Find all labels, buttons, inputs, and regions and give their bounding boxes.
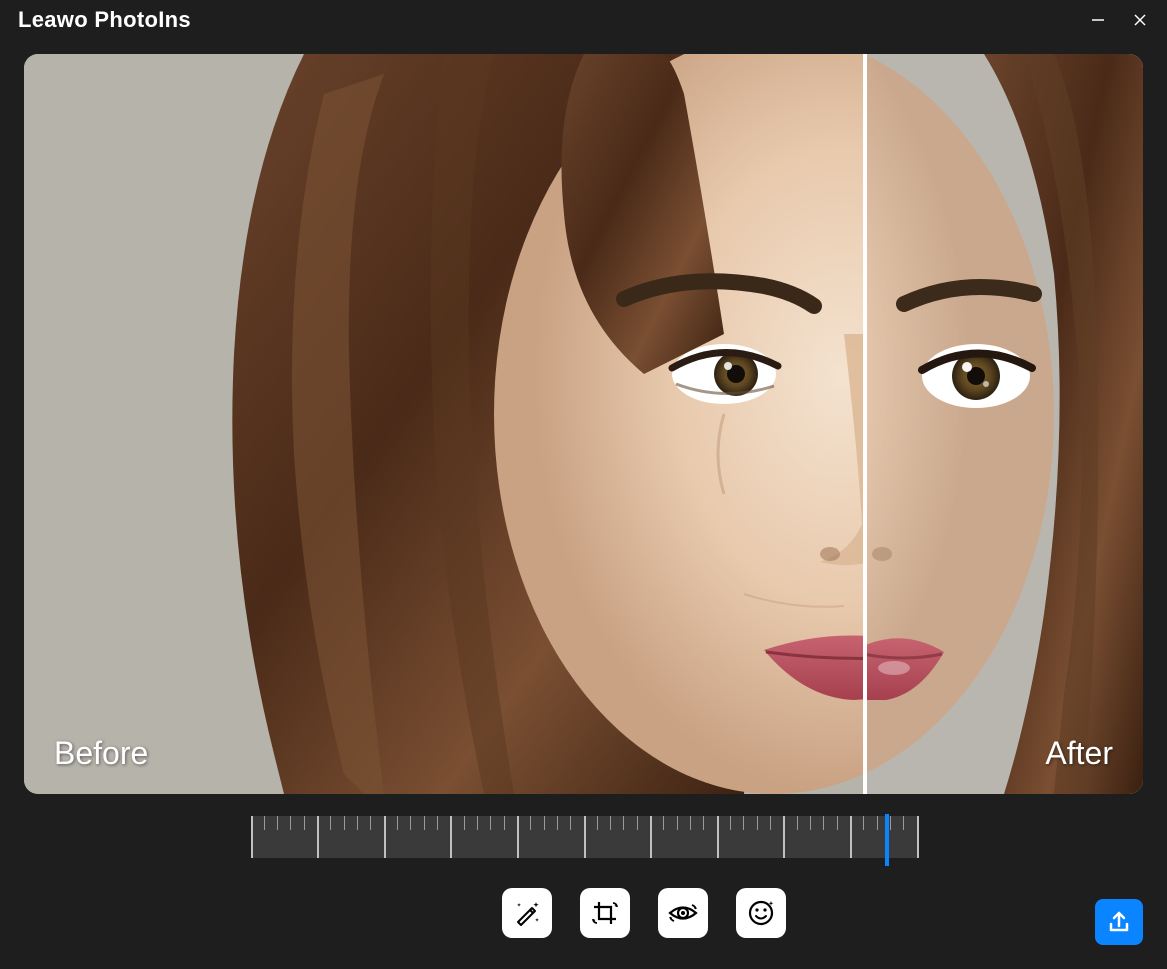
after-label: After	[1045, 735, 1113, 772]
ruler-tick-minor	[437, 816, 438, 830]
ruler-tick-minor	[570, 816, 571, 830]
ruler-tick-major	[717, 816, 719, 858]
ruler-tick-minor	[837, 816, 838, 830]
ruler-tick-minor	[304, 816, 305, 830]
before-label: Before	[54, 735, 148, 772]
ruler-tick-minor	[610, 816, 611, 830]
ruler-tick-major	[317, 816, 319, 858]
ruler-tick-minor	[357, 816, 358, 830]
ruler-tick-minor	[623, 816, 624, 830]
close-icon	[1133, 13, 1147, 27]
ruler-tick-minor	[370, 816, 371, 830]
ruler-tick-minor	[490, 816, 491, 830]
minimize-icon	[1091, 13, 1105, 27]
ruler-tick-major	[450, 816, 452, 858]
ruler-tick-minor	[277, 816, 278, 830]
close-button[interactable]	[1131, 11, 1149, 29]
window-controls	[1089, 11, 1149, 29]
ruler-tick-major	[251, 816, 253, 858]
ruler-tick-minor	[264, 816, 265, 830]
titlebar: Leawo PhotoIns	[0, 0, 1167, 40]
ruler-tick-major	[917, 816, 919, 858]
eye-icon	[666, 896, 700, 930]
app-title: Leawo PhotoIns	[18, 7, 191, 33]
ruler-tick-minor	[730, 816, 731, 830]
preview-image[interactable]: Before After	[24, 54, 1143, 794]
ruler-tick-minor	[677, 816, 678, 830]
ruler-tick-minor	[637, 816, 638, 830]
ruler-tick-minor	[903, 816, 904, 830]
ruler-tick-minor	[530, 816, 531, 830]
ruler-tick-minor	[823, 816, 824, 830]
ruler-tick-minor	[410, 816, 411, 830]
ruler-tick-minor	[544, 816, 545, 830]
ruler-tick-minor	[703, 816, 704, 830]
zoom-ruler[interactable]	[251, 816, 917, 858]
ruler-tick-minor	[557, 816, 558, 830]
export-icon	[1106, 909, 1132, 935]
face-retouch-button[interactable]	[736, 888, 786, 938]
ruler-tick-minor	[424, 816, 425, 830]
ruler-tick-minor	[464, 816, 465, 830]
toolbar	[0, 888, 1167, 938]
ruler-ticks	[251, 816, 917, 858]
auto-enhance-button[interactable]	[502, 888, 552, 938]
ruler-tick-minor	[890, 816, 891, 830]
ruler-tick-minor	[690, 816, 691, 830]
ruler-tick-minor	[330, 816, 331, 830]
minimize-button[interactable]	[1089, 11, 1107, 29]
ruler-tick-minor	[810, 816, 811, 830]
ruler-tick-minor	[344, 816, 345, 830]
ruler-tick-major	[650, 816, 652, 858]
ruler-tick-minor	[877, 816, 878, 830]
ruler-tick-major	[517, 816, 519, 858]
ruler-tick-major	[584, 816, 586, 858]
ruler-tick-major	[384, 816, 386, 858]
eye-fix-button[interactable]	[658, 888, 708, 938]
ruler-tick-minor	[397, 816, 398, 830]
magic-wand-icon	[511, 897, 543, 929]
zoom-ruler-container	[0, 816, 1167, 858]
export-button[interactable]	[1095, 899, 1143, 945]
preview-container: Before After	[0, 40, 1167, 794]
ruler-tick-minor	[663, 816, 664, 830]
ruler-tick-major	[850, 816, 852, 858]
ruler-tick-minor	[757, 816, 758, 830]
ruler-tick-minor	[504, 816, 505, 830]
crop-rotate-button[interactable]	[580, 888, 630, 938]
crop-rotate-icon	[589, 897, 621, 929]
ruler-tick-minor	[290, 816, 291, 830]
ruler-tick-minor	[597, 816, 598, 830]
ruler-tick-major	[783, 816, 785, 858]
ruler-tick-minor	[477, 816, 478, 830]
portrait-photo	[24, 54, 1143, 794]
ruler-tick-minor	[770, 816, 771, 830]
ruler-tick-minor	[797, 816, 798, 830]
smiley-sparkle-icon	[745, 897, 777, 929]
ruler-tick-minor	[743, 816, 744, 830]
comparison-divider[interactable]	[863, 54, 867, 794]
ruler-handle[interactable]	[885, 814, 889, 866]
ruler-tick-minor	[863, 816, 864, 830]
